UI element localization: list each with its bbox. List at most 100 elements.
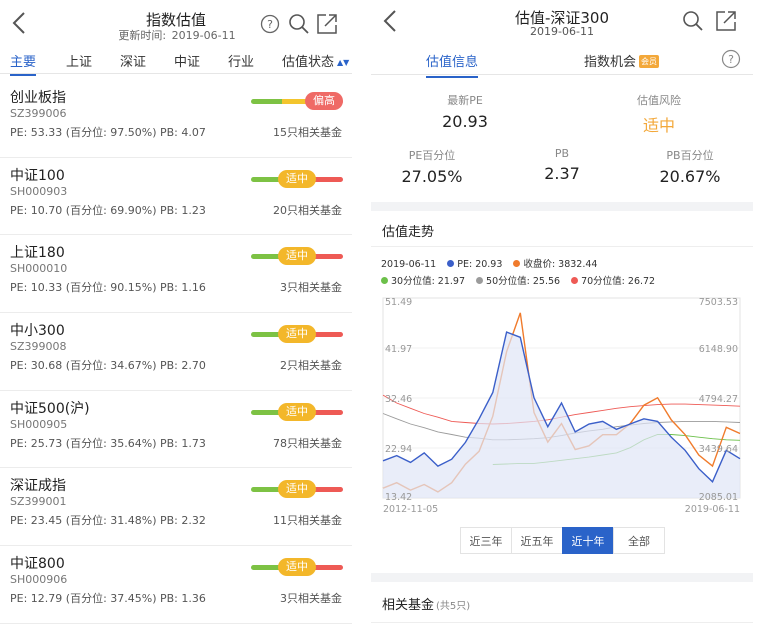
y-left-tick-label: 41.97 bbox=[385, 344, 412, 355]
index-stats: PE: 23.45 (百分位: 31.48%) PB: 2.32 bbox=[10, 514, 206, 528]
index-code: SH000905 bbox=[10, 417, 68, 431]
index-code: SZ399006 bbox=[10, 107, 67, 120]
index-list-item[interactable]: 中证500(沪) SH000905 PE: 25.73 (百分位: 35.64%) … bbox=[0, 391, 352, 469]
detail-tabs: 估值信息 指数机会 会员 ? bbox=[371, 45, 753, 78]
index-stats: PE: 25.73 (百分位: 35.64%) PB: 1.73 bbox=[10, 436, 206, 450]
pe-percentile-value: 27.05% bbox=[401, 167, 463, 186]
latest-pe-value: 20.93 bbox=[442, 112, 488, 131]
share-icon[interactable] bbox=[715, 10, 737, 32]
period-10y[interactable]: 近十年 bbox=[562, 527, 614, 554]
valuation-trend-chart[interactable]: 51.49 41.97 32.46 22.94 13.42 7503.53 6148.90 4… bbox=[381, 290, 742, 518]
chart-legend-row1: 2019-06-11 PE: 20.93 收盘价: 3832.44 bbox=[381, 256, 597, 270]
index-name: 深证成指 bbox=[10, 478, 66, 495]
index-name: 中小300 bbox=[10, 323, 65, 340]
index-valuation-list-screen: 指数估值 更新时间: 2019-06-11 ? 主要 上证 深证 中证 行业 估… bbox=[0, 0, 352, 633]
pe-percentile: PE百分位 27.05% bbox=[372, 147, 492, 186]
index-name: 中证800 bbox=[10, 556, 65, 573]
search-icon[interactable] bbox=[288, 13, 310, 35]
legend-p30: 30分位值: 21.97 bbox=[391, 276, 466, 287]
divider bbox=[371, 622, 753, 623]
index-list: 创业板指 SZ399006 PE: 53.33 (百分位: 97.50%) PB: … bbox=[0, 80, 352, 624]
x-tick-label: 2012-11-05 bbox=[383, 504, 438, 515]
valuation-risk-value: 适中 bbox=[642, 116, 675, 135]
tab-valuation-status[interactable]: 估值状态 ▲▼ bbox=[282, 51, 349, 70]
x-tick-label: 2019-06-11 bbox=[685, 504, 740, 515]
index-code: SZ399001 bbox=[10, 495, 67, 509]
y-right-tick-label: 3439.64 bbox=[699, 444, 738, 455]
related-funds-link[interactable]: 3只相关基金 bbox=[280, 590, 342, 606]
p70-dot-icon bbox=[571, 277, 579, 284]
legend-pe: PE: 20.93 bbox=[457, 259, 503, 270]
divider bbox=[371, 246, 753, 247]
valuation-status-badge: 适中 bbox=[278, 402, 316, 421]
trend-title: 估值走势 bbox=[382, 225, 435, 240]
legend-p50: 50分位值: 25.56 bbox=[486, 276, 561, 287]
help-icon[interactable]: ? bbox=[721, 49, 741, 69]
index-list-item[interactable]: 创业板指 SZ399006 PE: 53.33 (百分位: 97.50%) PB: … bbox=[0, 80, 352, 158]
sort-arrow-icon: ▲▼ bbox=[337, 58, 350, 67]
related-funds-title: 相关基金 (共5只) bbox=[382, 598, 471, 613]
related-funds-link[interactable]: 20只相关基金 bbox=[273, 202, 342, 218]
tab-index-opportunity[interactable]: 指数机会 会员 bbox=[584, 51, 660, 70]
index-code: SH000010 bbox=[10, 262, 68, 276]
related-funds-link[interactable]: 11只相关基金 bbox=[273, 512, 342, 528]
index-name: 中证100 bbox=[10, 167, 65, 184]
index-name: 中证500(沪) bbox=[10, 400, 90, 417]
pb-percentile-value: 20.67% bbox=[659, 167, 721, 186]
y-left-tick-label: 13.42 bbox=[385, 492, 412, 503]
index-code: SH000903 bbox=[10, 184, 68, 198]
search-icon[interactable] bbox=[682, 10, 704, 32]
valuation-status-badge: 适中 bbox=[278, 325, 316, 344]
period-3y[interactable]: 近三年 bbox=[460, 527, 512, 554]
related-funds-link[interactable]: 15只相关基金 bbox=[273, 124, 342, 140]
share-icon[interactable] bbox=[316, 13, 338, 35]
period-all[interactable]: 全部 bbox=[613, 527, 665, 554]
related-funds-count: (共5只) bbox=[436, 601, 471, 612]
valuation-risk: 估值风险 适中 bbox=[599, 92, 719, 136]
period-selector: 近三年 近五年 近十年 全部 bbox=[460, 527, 665, 554]
index-code: SZ399008 bbox=[10, 340, 67, 354]
valuation-status-badge: 适中 bbox=[278, 480, 316, 499]
member-badge: 会员 bbox=[639, 55, 660, 68]
index-list-item[interactable]: 深证成指 SZ399001 PE: 23.45 (百分位: 31.48%) PB: … bbox=[0, 468, 352, 547]
help-icon[interactable]: ? bbox=[260, 14, 280, 34]
index-list-item[interactable]: 中证100 SH000903 PE: 10.70 (百分位: 69.90%) PB:… bbox=[0, 158, 352, 236]
index-name: 创业板指 bbox=[10, 90, 66, 106]
related-funds-link[interactable]: 3只相关基金 bbox=[280, 279, 342, 295]
index-list-item[interactable]: 中证800 SH000906 PE: 12.79 (百分位: 37.45%) PB:… bbox=[0, 546, 352, 624]
y-right-tick-label: 4794.27 bbox=[699, 394, 738, 405]
valuation-status-badge: 偏高 bbox=[305, 92, 343, 110]
pb: PB 2.37 bbox=[502, 147, 622, 183]
index-list-item[interactable]: 中小300 SZ399008 PE: 30.68 (百分位: 34.67%) PB:… bbox=[0, 313, 352, 391]
svg-text:?: ? bbox=[267, 18, 273, 31]
valuation-status-badge: 适中 bbox=[278, 247, 316, 266]
index-stats: PE: 53.33 (百分位: 97.50%) PB: 4.07 bbox=[10, 126, 206, 139]
y-right-tick-label: 2085.01 bbox=[699, 492, 738, 503]
tab-shenzhen[interactable]: 深证 bbox=[120, 51, 146, 70]
index-stats: PE: 10.33 (百分位: 90.15%) PB: 1.16 bbox=[10, 281, 206, 295]
chart-legend-row2: 30分位值: 21.97 50分位值: 25.56 70分位值: 26.72 bbox=[381, 273, 655, 287]
y-left-tick-label: 22.94 bbox=[385, 444, 412, 455]
tab-industry[interactable]: 行业 bbox=[228, 51, 254, 70]
period-5y[interactable]: 近五年 bbox=[511, 527, 563, 554]
close-dot-icon bbox=[513, 260, 521, 267]
related-funds-link[interactable]: 2只相关基金 bbox=[280, 357, 342, 373]
legend-close: 收盘价: 3832.44 bbox=[523, 259, 598, 270]
section-divider bbox=[371, 573, 753, 582]
index-stats: PE: 30.68 (百分位: 34.67%) PB: 2.70 bbox=[10, 359, 206, 373]
pe-dot-icon bbox=[447, 260, 455, 267]
y-left-tick-label: 32.46 bbox=[385, 394, 412, 405]
p50-dot-icon bbox=[476, 277, 484, 284]
pb-percentile: PB百分位 20.67% bbox=[630, 147, 750, 186]
latest-pe: 最新PE 20.93 bbox=[405, 92, 525, 131]
related-funds-link[interactable]: 78只相关基金 bbox=[273, 435, 342, 451]
tab-valuation-info[interactable]: 估值信息 bbox=[426, 51, 479, 78]
tab-csi[interactable]: 中证 bbox=[174, 51, 200, 70]
section-divider bbox=[371, 202, 753, 211]
tab-main[interactable]: 主要 bbox=[10, 51, 37, 76]
y-left-tick-label: 51.49 bbox=[385, 297, 412, 308]
valuation-status-badge: 适中 bbox=[278, 558, 316, 577]
index-list-item[interactable]: 上证180 SH000010 PE: 10.33 (百分位: 90.15%) PB:… bbox=[0, 235, 352, 314]
tab-shanghai[interactable]: 上证 bbox=[66, 51, 92, 70]
category-tabs: 主要 上证 深证 中证 行业 估值状态 ▲▼ bbox=[0, 46, 352, 76]
